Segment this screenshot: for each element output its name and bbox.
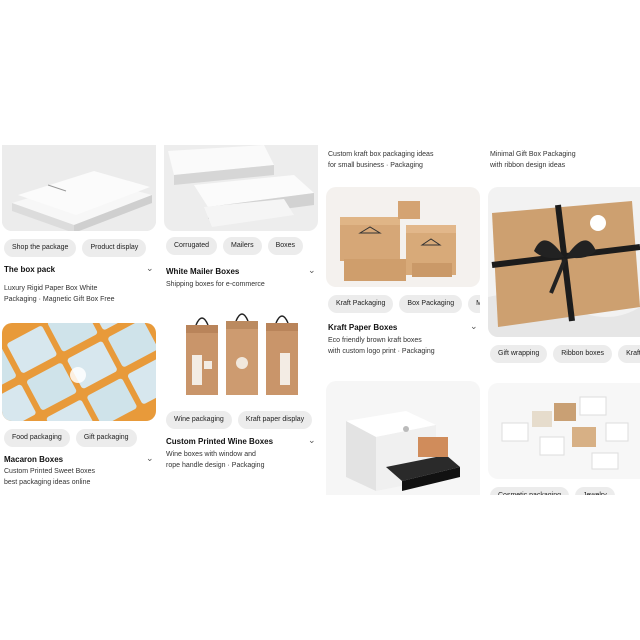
pin-description-line-2: Packaging · Magnetic Gift Box Free xyxy=(4,296,115,303)
ribbon-gift-box-image xyxy=(488,187,640,337)
pin-title[interactable]: Custom Printed Wine Boxes xyxy=(166,437,304,446)
tag-chips: Shop the package Product display xyxy=(4,239,156,257)
pin-card[interactable]: Food packaging Gift packaging Macaron Bo… xyxy=(2,323,156,486)
pin-description-line-2: rope handle design · Packaging xyxy=(166,462,265,469)
pin-description-line-2: with ribbon design ideas xyxy=(490,162,566,169)
tag-chip[interactable]: Kraft paper display xyxy=(237,411,313,429)
tag-chip[interactable]: Corrugated xyxy=(166,237,218,255)
tag-chip[interactable]: Box Packaging xyxy=(399,295,463,313)
pin-card[interactable]: Cosmetic packaging Jewelry xyxy=(488,383,640,495)
more-options-icon[interactable]: ⌄ xyxy=(308,435,316,445)
tag-chip[interactable]: Kraft Packaging xyxy=(328,295,394,313)
tag-chip[interactable]: Gift wrapping xyxy=(490,345,548,363)
tag-chip[interactable]: Product display xyxy=(82,239,147,257)
pin-card[interactable]: Corrugated Mailers Boxes White Mailer Bo… xyxy=(164,145,318,288)
pin-image[interactable] xyxy=(326,187,480,287)
tag-chip[interactable]: Kraft xyxy=(618,345,640,363)
pin-card[interactable]: Wine packaging Kraft paper display Custo… xyxy=(164,305,318,469)
tag-chips: Cosmetic packaging Jewelry xyxy=(490,487,640,495)
tag-chip[interactable]: Cosmetic packaging xyxy=(490,487,570,495)
pin-description: Eco friendly brown kraft boxes xyxy=(328,337,422,344)
more-options-icon[interactable]: ⌄ xyxy=(146,453,154,463)
pin-title[interactable]: Kraft Paper Boxes xyxy=(328,323,466,332)
pin-description-line-2: with custom logo print · Packaging xyxy=(328,348,435,355)
pin-description: Custom Printed Sweet Boxes xyxy=(4,468,96,475)
tag-chips: Gift wrapping Ribbon boxes Kraft xyxy=(490,345,640,363)
tag-chip[interactable]: Jewelry xyxy=(575,487,615,495)
pin-image[interactable] xyxy=(488,187,640,337)
pin-image[interactable] xyxy=(164,145,318,231)
pin-image[interactable] xyxy=(164,305,318,401)
pin-image[interactable] xyxy=(2,323,156,421)
mailer-boxes-image xyxy=(164,145,318,231)
pin-grid: Shop the package Product display The box… xyxy=(0,145,640,495)
macaron-boxes-image xyxy=(2,323,156,421)
pin-description-line-2: best packaging ideas online xyxy=(4,479,91,486)
tag-chips: Corrugated Mailers Boxes xyxy=(166,237,318,255)
pin-title[interactable]: The box pack xyxy=(4,265,142,274)
kraft-boxes-image xyxy=(326,187,480,287)
tag-chips: Wine packaging Kraft paper display xyxy=(166,411,318,429)
tag-chip[interactable]: Gift packaging xyxy=(75,429,137,447)
tag-chips: Kraft Packaging Box Packaging Mailer xyxy=(328,295,480,313)
pin-image[interactable] xyxy=(2,145,156,231)
tag-chip[interactable]: Mailer xyxy=(468,295,480,313)
pin-description: Custom kraft box packaging ideas xyxy=(328,151,434,158)
pin-description: Luxury Rigid Paper Box White xyxy=(4,285,98,292)
wine-boxes-image xyxy=(164,305,318,401)
pin-title[interactable]: Macaron Boxes xyxy=(4,455,142,464)
white-gift-box-image xyxy=(326,381,480,495)
tag-chip[interactable]: Food packaging xyxy=(4,429,70,447)
pin-card[interactable] xyxy=(326,381,480,495)
tag-chips: Food packaging Gift packaging xyxy=(4,429,156,447)
pin-card[interactable]: Shop the package Product display The box… xyxy=(2,145,156,303)
pin-card[interactable]: Kraft Packaging Box Packaging Mailer Kra… xyxy=(326,187,480,355)
tag-chip[interactable]: Boxes xyxy=(267,237,304,255)
tag-chip[interactable]: Mailers xyxy=(223,237,262,255)
more-options-icon[interactable]: ⌄ xyxy=(308,265,316,275)
pin-description: Shipping boxes for e-commerce xyxy=(166,281,265,288)
pin-image[interactable] xyxy=(326,381,480,495)
pin-title[interactable]: White Mailer Boxes xyxy=(166,267,304,276)
tag-chip[interactable]: Ribbon boxes xyxy=(553,345,613,363)
pin-description: Minimal Gift Box Packaging xyxy=(490,151,576,158)
more-options-icon[interactable]: ⌄ xyxy=(470,321,478,331)
pin-card[interactable]: Gift wrapping Ribbon boxes Kraft xyxy=(488,187,640,363)
tag-chip[interactable]: Shop the package xyxy=(4,239,77,257)
cosmetic-boxes-image xyxy=(488,383,640,479)
pin-description-line-2: for small business · Packaging xyxy=(328,162,423,169)
pin-description: Wine boxes with window and xyxy=(166,451,256,458)
more-options-icon[interactable]: ⌄ xyxy=(146,263,154,273)
pin-image[interactable] xyxy=(488,383,640,479)
tag-chip[interactable]: Wine packaging xyxy=(166,411,232,429)
white-box-image xyxy=(2,145,156,231)
